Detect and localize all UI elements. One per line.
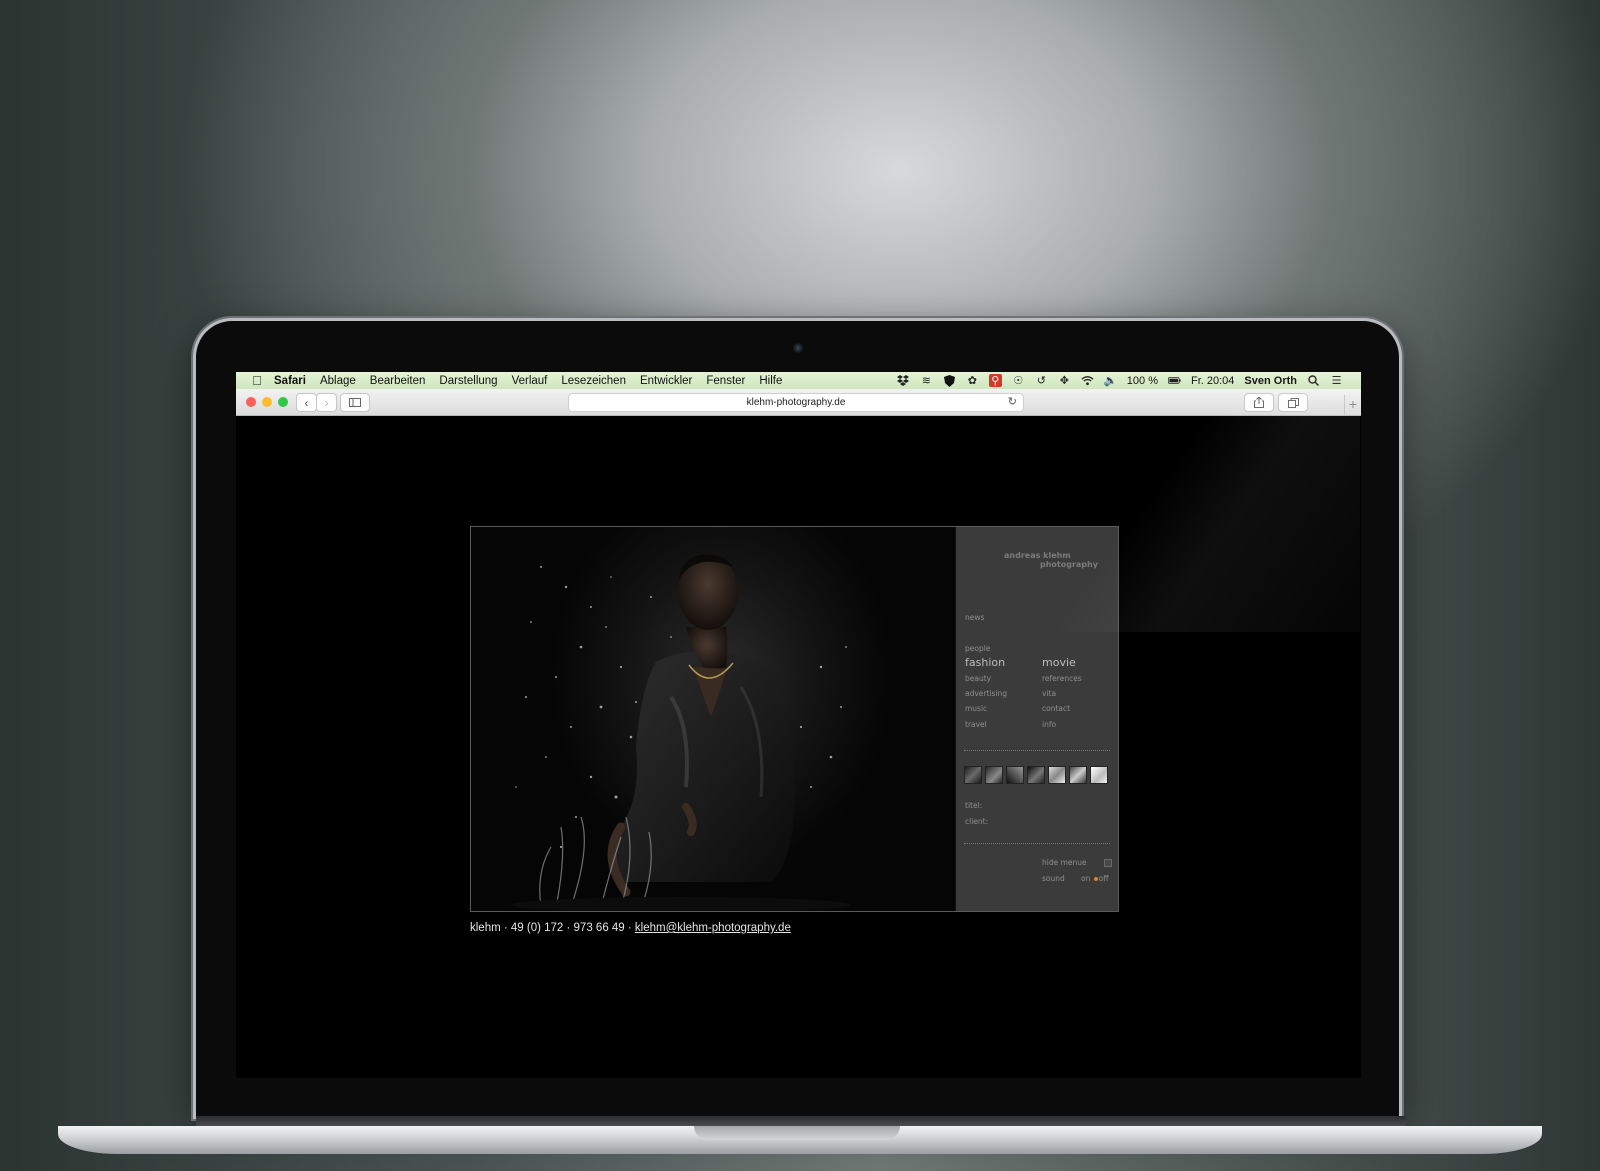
tabs-icon [1287,397,1299,408]
menu-lesezeichen[interactable]: Lesezeichen [561,375,626,387]
url-text: klehm-photography.de [746,397,846,408]
apple-icon[interactable]:  [250,373,264,388]
close-window-button[interactable] [246,397,256,407]
divider-1 [964,750,1110,751]
search-app-icon[interactable]: ⚲ [988,374,1002,387]
logo-line-1: andreas klehm [1004,551,1071,560]
site-logo[interactable]: andreas klehm photography [1004,551,1098,569]
nav-contact[interactable]: contact [1042,704,1070,713]
dropbox-icon[interactable] [897,374,910,387]
chevron-right-icon: › [324,395,329,410]
hide-menue-checkbox[interactable] [1104,859,1112,867]
thumbnail[interactable] [1006,766,1024,784]
nav-advertising[interactable]: advertising [965,689,1007,698]
time-machine-icon[interactable]: ↺ [1035,374,1048,387]
sound-toggle[interactable]: on off [1081,874,1109,883]
hide-menue-label: hide menue [1042,858,1087,867]
laptop-hinge [196,1116,1405,1126]
network-icon[interactable]: ✥ [1058,374,1071,387]
thumbnail[interactable] [985,766,1003,784]
notification-center-icon[interactable]: ☰ [1330,374,1343,387]
minimize-window-button[interactable] [262,397,272,407]
sound-indicator-icon [1093,876,1098,881]
flower-icon[interactable]: ✿ [966,374,979,387]
menu-entwickler[interactable]: Entwickler [640,375,692,387]
back-button[interactable]: ‹ [296,393,317,412]
footer-email-link[interactable]: klehm@klehm-photography.de [635,922,791,934]
meta-client: client: [965,817,989,826]
meta-titel: titel: [965,801,983,810]
menubar-tray: ≋ ✿ ⚲ ☉ ↺ ✥ 🔈 100 % Fr. 20:04 Sven Orth … [897,374,1361,387]
sound-off[interactable]: off [1099,874,1109,883]
site-footer: klehm · 49 (0) 172 · 973 66 49 · klehm@k… [470,922,791,934]
nav-news[interactable]: news [965,613,984,622]
menu-ablage[interactable]: Ablage [320,375,356,387]
photo-illustration [511,554,851,911]
site-sidebar: andreas klehm photography news people fa… [956,527,1118,911]
accessibility-icon[interactable]: ☉ [1012,374,1025,387]
plus-icon: + [1348,396,1358,412]
menu-safari[interactable]: Safari [274,375,306,387]
sidebar-toggle-button[interactable] [340,393,370,412]
forward-button[interactable]: › [316,393,337,412]
hero-photo[interactable] [471,527,955,911]
clock[interactable]: Fr. 20:04 [1191,375,1234,387]
address-bar[interactable]: klehm-photography.de ↻ [568,393,1024,412]
thumbnail[interactable] [1027,766,1045,784]
share-button[interactable] [1244,393,1274,412]
nav-fashion[interactable]: fashion [965,656,1005,669]
nav-music[interactable]: music [965,704,987,713]
thumbnail[interactable] [1069,766,1087,784]
nav-references[interactable]: references [1042,674,1082,683]
mac-menubar:  Safari Ablage Bearbeiten Darstellung V… [236,372,1361,389]
menu-verlauf[interactable]: Verlauf [512,375,548,387]
battery-percent: 100 % [1126,374,1158,387]
thumbnail[interactable] [1090,766,1108,784]
menu-fenster[interactable]: Fenster [706,375,745,387]
nav-people[interactable]: people [965,644,990,653]
divider-2 [964,843,1110,844]
thumbnail[interactable] [1048,766,1066,784]
share-icon [1254,397,1264,408]
thumbnail-strip [964,766,1108,784]
signal-icon[interactable]: ≋ [920,374,933,387]
nav-info[interactable]: info [1042,720,1056,729]
nav-travel[interactable]: travel [965,720,987,729]
menu-darstellung[interactable]: Darstellung [439,375,497,387]
menu-hilfe[interactable]: Hilfe [759,375,782,387]
wifi-icon[interactable] [1081,374,1094,387]
zoom-window-button[interactable] [278,397,288,407]
menu-bearbeiten[interactable]: Bearbeiten [370,375,426,387]
sound-on[interactable]: on [1081,874,1090,883]
sidebar-icon [349,398,361,407]
battery-icon[interactable] [1168,374,1181,387]
nav-beauty[interactable]: beauty [965,674,991,683]
spotlight-search-icon[interactable] [1307,374,1320,387]
sound-label: sound [1042,874,1065,883]
thumbnail[interactable] [964,766,982,784]
user-name[interactable]: Sven Orth [1244,375,1297,387]
browser-toolbar: ‹ › klehm-photography.de ↻ + [236,389,1361,416]
logo-line-2: photography [1040,560,1098,569]
shield-icon[interactable] [943,374,956,387]
screen:  Safari Ablage Bearbeiten Darstellung V… [236,372,1361,1078]
laptop-notch [694,1126,900,1140]
camera-icon [793,343,803,353]
tabs-overview-button[interactable] [1278,393,1308,412]
site-frame: andreas klehm photography news people fa… [470,526,1119,912]
chevron-left-icon: ‹ [304,395,309,410]
reload-icon[interactable]: ↻ [1008,395,1017,408]
nav-movie[interactable]: movie [1042,656,1076,669]
nav-vita[interactable]: vita [1042,689,1056,698]
footer-contact: klehm · 49 (0) 172 · 973 66 49 · [470,922,635,934]
new-tab-button[interactable]: + [1344,395,1361,415]
volume-icon[interactable]: 🔈 [1103,374,1117,387]
